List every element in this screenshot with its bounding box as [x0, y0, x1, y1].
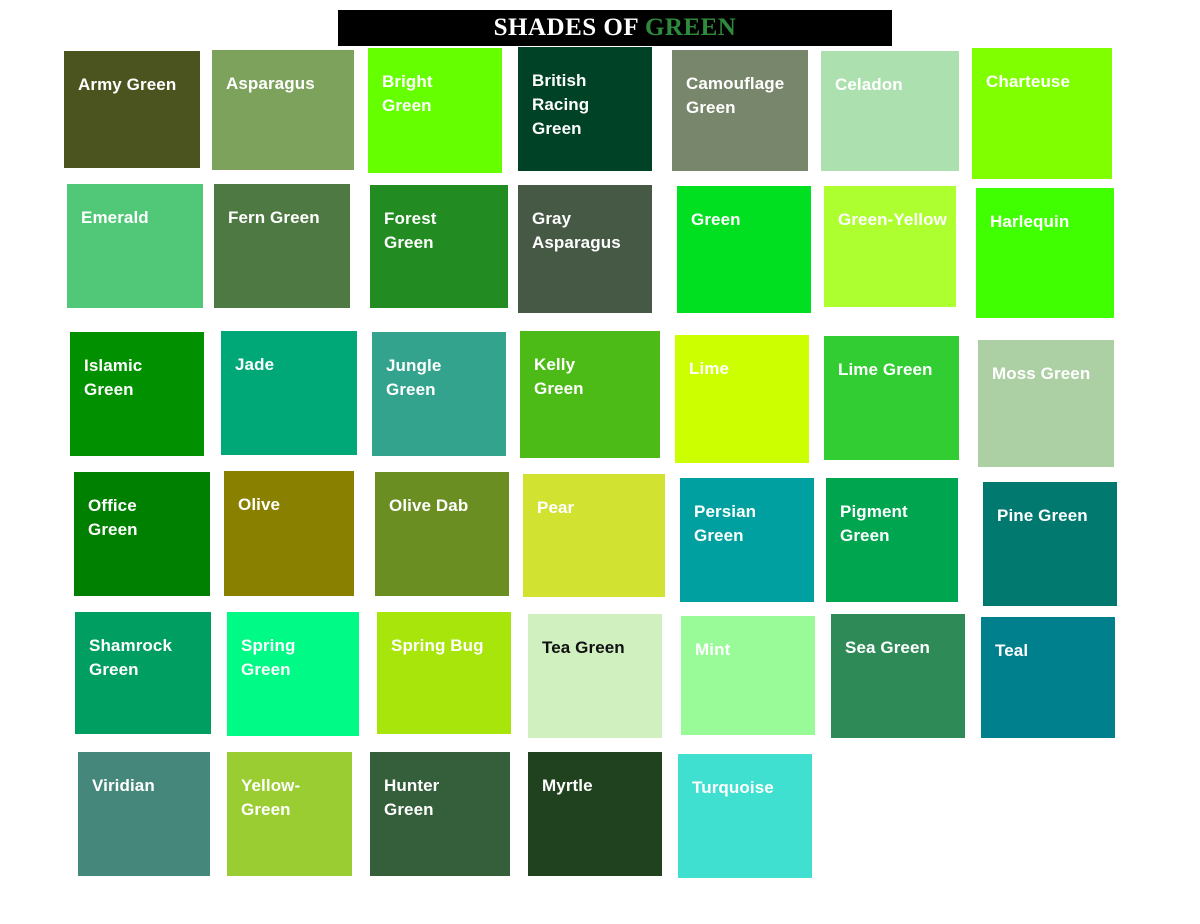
- color-swatch[interactable]: Harlequin: [976, 188, 1114, 318]
- color-swatch[interactable]: Forest Green: [370, 185, 508, 308]
- swatch-label: Harlequin: [990, 212, 1070, 231]
- swatch-label: Pine Green: [997, 506, 1088, 525]
- swatch-label: Emerald: [81, 208, 149, 227]
- color-swatch[interactable]: Green-Yellow: [824, 186, 956, 307]
- color-swatch[interactable]: Gray Asparagus: [518, 185, 652, 313]
- color-swatch[interactable]: Jade: [221, 331, 357, 455]
- swatch-label: Turquoise: [692, 778, 774, 797]
- color-swatch[interactable]: Persian Green: [680, 478, 814, 602]
- swatch-label: Myrtle: [542, 776, 593, 795]
- swatch-label: Green: [691, 210, 741, 229]
- color-swatch[interactable]: Moss Green: [978, 340, 1114, 467]
- color-swatch[interactable]: Fern Green: [214, 184, 350, 308]
- swatch-label: Forest Green: [384, 209, 437, 253]
- color-swatch[interactable]: Spring Green: [227, 612, 359, 736]
- swatch-label: Olive Dab: [389, 496, 469, 515]
- swatch-label: Office Green: [88, 496, 138, 540]
- color-swatch[interactable]: Myrtle: [528, 752, 662, 876]
- swatch-label: Spring Bug: [391, 636, 484, 655]
- color-swatch[interactable]: Teal: [981, 617, 1115, 738]
- color-swatch[interactable]: Yellow-Green: [227, 752, 352, 876]
- swatch-label: Charteuse: [986, 72, 1071, 91]
- swatch-label: Yellow-Green: [241, 776, 301, 820]
- swatch-label: Hunter Green: [384, 776, 440, 820]
- color-swatch[interactable]: Islamic Green: [70, 332, 204, 456]
- swatch-label: Fern Green: [228, 208, 320, 227]
- swatch-label: Bright Green: [382, 72, 433, 116]
- swatch-label: Camouflage Green: [686, 74, 785, 118]
- swatch-label: Spring Green: [241, 636, 296, 680]
- color-swatch[interactable]: Camouflage Green: [672, 50, 808, 171]
- swatch-label: Teal: [995, 641, 1029, 660]
- swatch-label: Pear: [537, 498, 575, 517]
- color-swatch[interactable]: Office Green: [74, 472, 210, 596]
- color-swatch[interactable]: Army Green: [64, 51, 200, 168]
- swatch-label: Jade: [235, 355, 275, 374]
- swatch-label: Pigment Green: [840, 502, 908, 546]
- swatch-label: Olive: [238, 495, 281, 514]
- swatch-label: Celadon: [835, 75, 903, 94]
- color-swatch[interactable]: Tea Green: [528, 614, 662, 738]
- swatch-label: Army Green: [78, 75, 177, 94]
- swatch-label: Persian Green: [694, 502, 757, 546]
- color-swatch[interactable]: Sea Green: [831, 614, 965, 738]
- color-swatch-grid: Army Green Asparagus Bright Green British R…: [0, 0, 1200, 924]
- color-swatch[interactable]: Spring Bug: [377, 612, 511, 734]
- color-swatch[interactable]: Pear: [523, 474, 665, 597]
- color-swatch[interactable]: Pigment Green: [826, 478, 958, 602]
- swatch-label: Moss Green: [992, 364, 1091, 383]
- swatch-label: Asparagus: [226, 74, 315, 93]
- color-swatch[interactable]: Asparagus: [212, 50, 354, 170]
- color-swatch[interactable]: Bright Green: [368, 48, 502, 173]
- color-swatch[interactable]: Kelly Green: [520, 331, 660, 458]
- color-swatch[interactable]: Emerald: [67, 184, 203, 308]
- swatch-label: Lime Green: [838, 360, 933, 379]
- color-swatch[interactable]: Turquoise: [678, 754, 812, 878]
- color-swatch[interactable]: Jungle Green: [372, 332, 506, 456]
- swatch-label: Green-Yellow: [838, 210, 947, 229]
- swatch-label: Gray Asparagus: [532, 209, 621, 253]
- color-swatch[interactable]: Shamrock Green: [75, 612, 211, 734]
- swatch-label: Lime: [689, 359, 730, 378]
- swatch-label: British Racing Green: [532, 71, 590, 139]
- swatch-label: Jungle Green: [386, 356, 442, 400]
- swatch-label: Shamrock Green: [89, 636, 173, 680]
- color-swatch[interactable]: Celadon: [821, 51, 959, 171]
- color-swatch[interactable]: Charteuse: [972, 48, 1112, 179]
- swatch-label: Sea Green: [845, 638, 931, 657]
- swatch-label: Tea Green: [542, 638, 625, 657]
- color-swatch[interactable]: Olive Dab: [375, 472, 509, 596]
- color-swatch[interactable]: Hunter Green: [370, 752, 510, 876]
- color-swatch[interactable]: Lime Green: [824, 336, 959, 460]
- color-swatch[interactable]: British Racing Green: [518, 47, 652, 171]
- color-swatch[interactable]: Olive: [224, 471, 354, 596]
- color-swatch[interactable]: Mint: [681, 616, 815, 735]
- swatch-label: Islamic Green: [84, 356, 143, 400]
- swatch-label: Viridian: [92, 776, 155, 795]
- color-swatch[interactable]: Pine Green: [983, 482, 1117, 606]
- swatch-label: Mint: [695, 640, 731, 659]
- color-swatch[interactable]: Lime: [675, 335, 809, 463]
- swatch-label: Kelly Green: [534, 355, 584, 399]
- color-swatch[interactable]: Green: [677, 186, 811, 313]
- color-swatch[interactable]: Viridian: [78, 752, 210, 876]
